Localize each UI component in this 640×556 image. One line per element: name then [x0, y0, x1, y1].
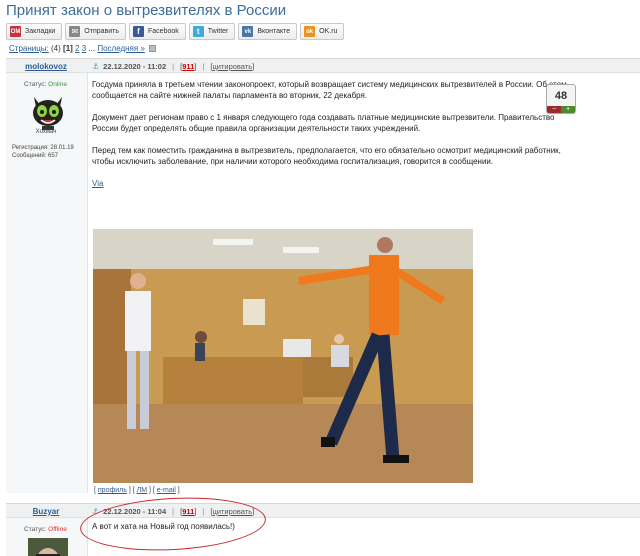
post-paragraph: Документ дает регионам право с 1 января …	[92, 113, 555, 133]
post-photo[interactable]	[93, 229, 473, 483]
forum-page: Принят закон о вытрезвителях в России OM…	[0, 0, 640, 556]
post-paragraph: Перед тем как поместить гражданина в выт…	[92, 146, 561, 166]
user-panel: Статус: Online Хохмач Регистрация: 28.01…	[6, 73, 88, 493]
rating-plus-button[interactable]: +	[561, 106, 575, 113]
anchor-icon[interactable]: ⚓	[92, 62, 99, 71]
avatar[interactable]	[28, 93, 68, 131]
user-status: Статус: Offline	[24, 526, 67, 533]
user-status: Статус: Online	[24, 81, 67, 88]
ok-icon: ok	[304, 26, 316, 37]
share-bar: OM Закладки ✉ Отправить f Facebook t Twitter…	[6, 23, 345, 40]
share-bookmarks-button[interactable]: OM Закладки	[6, 23, 63, 40]
user-registration: Регистрация: 28.01.19	[12, 145, 74, 151]
facebook-icon: f	[133, 26, 145, 37]
rating-widget: 48 − +	[546, 84, 576, 114]
share-mail-button[interactable]: ✉ Отправить	[65, 23, 127, 40]
user-info: Регистрация: 28.01.19 Сообщений: 657	[12, 145, 74, 160]
post-author[interactable]: Buzyar	[6, 504, 86, 518]
rating-minus-button[interactable]: −	[547, 106, 561, 113]
twitter-icon: t	[192, 26, 204, 37]
user-messages: Сообщений: 657	[12, 152, 59, 159]
pagination-page-2[interactable]: 2	[75, 44, 79, 53]
share-vk-button[interactable]: vk Вконтакте	[238, 23, 298, 40]
post-paragraph: Госдума приняла в третьем чтении законоп…	[92, 80, 567, 100]
pagination-current: [1]	[63, 44, 73, 53]
share-twitter-button[interactable]: t Twitter	[188, 23, 236, 40]
vk-icon: vk	[242, 26, 254, 37]
post-date: 22.12.2020 - 11:02	[103, 61, 167, 71]
pagination-label[interactable]: Страницы:	[9, 44, 49, 53]
pagination-page-3[interactable]: 3	[82, 44, 86, 53]
pagination-count: (4)	[51, 44, 61, 53]
mail-icon: ✉	[69, 26, 81, 37]
post-user-links: [ профиль ] [ ЛМ ] [ e-mail ]	[94, 487, 180, 494]
user-panel: Статус: Offline	[6, 518, 88, 556]
share-ok-button[interactable]: ok OK.ru	[300, 23, 345, 40]
bookmarks-icon: OM	[10, 26, 21, 37]
share-facebook-button[interactable]: f Facebook	[129, 23, 186, 40]
pagination-dots: ...	[88, 44, 96, 53]
pagination-menu-icon[interactable]	[149, 45, 157, 53]
email-link[interactable]: e-mail	[157, 487, 176, 494]
post-number[interactable]: 911	[182, 62, 194, 71]
post-body: Госдума приняла в третьем чтении законоп…	[92, 79, 574, 200]
pm-link[interactable]: ЛМ	[137, 487, 147, 494]
via-link[interactable]: Via	[92, 179, 103, 188]
post-author[interactable]: molokovoz	[6, 59, 86, 73]
rating-value: 48	[554, 90, 568, 102]
quote-button[interactable]: цитировать	[212, 62, 252, 71]
profile-link[interactable]: профиль	[98, 487, 127, 494]
pagination-last[interactable]: Последняя »	[97, 44, 145, 53]
avatar[interactable]	[28, 538, 68, 556]
pagination: Страницы: (4) [1] 2 3 ... Последняя »	[9, 44, 157, 53]
post-meta: ⚓ 22.12.2020 - 11:02 | [911] | [цитирова…	[92, 61, 255, 71]
user-rank: Хохмач	[35, 129, 57, 135]
post: molokovoz ⚓ 22.12.2020 - 11:02 | [911] |…	[6, 58, 640, 494]
page-title: Принят закон о вытрезвителях в России	[6, 2, 287, 19]
